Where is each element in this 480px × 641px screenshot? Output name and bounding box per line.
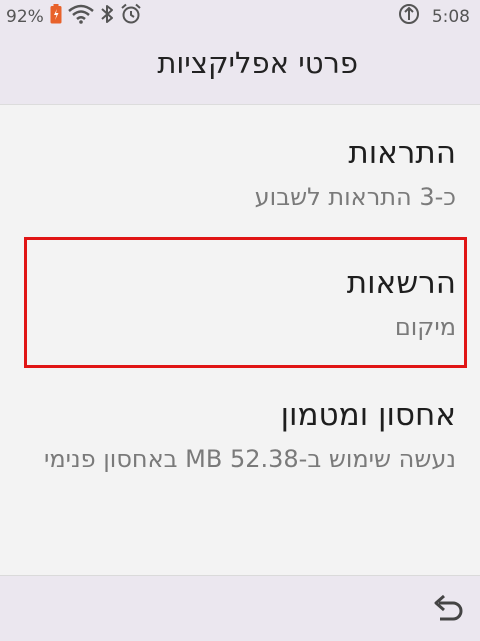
battery-percent: 92% [6, 6, 44, 27]
battery-icon [50, 4, 62, 29]
app-bar: פרטי אפליקציות [0, 30, 480, 105]
storage-subtitle: נעשה שימוש ב-52.38 MB באחסון פנימי [44, 445, 456, 473]
notifications-subtitle: כ-3 התראות לשבוע [254, 183, 456, 211]
permissions-subtitle: מיקום [394, 313, 456, 341]
storage-title: אחסון ומטמון [280, 397, 456, 433]
status-bar: 92% 5:08 [0, 0, 480, 30]
settings-list: התראות כ-3 התראות לשבוע הרשאות מיקום אחס… [0, 105, 480, 575]
navigation-bar [0, 575, 480, 641]
status-bar-left: 92% [6, 3, 142, 30]
data-saver-icon [398, 3, 420, 30]
permissions-title: הרשאות [346, 265, 456, 301]
page-title: פרטי אפליקציות [157, 46, 358, 80]
alarm-icon [120, 3, 142, 30]
storage-item[interactable]: אחסון ומטמון נעשה שימוש ב-52.38 MB באחסו… [24, 395, 456, 477]
back-icon [434, 594, 463, 621]
notifications-item[interactable]: התראות כ-3 התראות לשבוע [24, 133, 456, 215]
back-button[interactable] [428, 590, 466, 628]
bluetooth-icon [100, 4, 114, 29]
notifications-title: התראות [348, 135, 456, 171]
wifi-icon [67, 4, 94, 29]
status-bar-right: 5:08 [398, 3, 470, 30]
permissions-item[interactable]: הרשאות מיקום [24, 263, 456, 345]
clock: 5:08 [431, 6, 470, 27]
